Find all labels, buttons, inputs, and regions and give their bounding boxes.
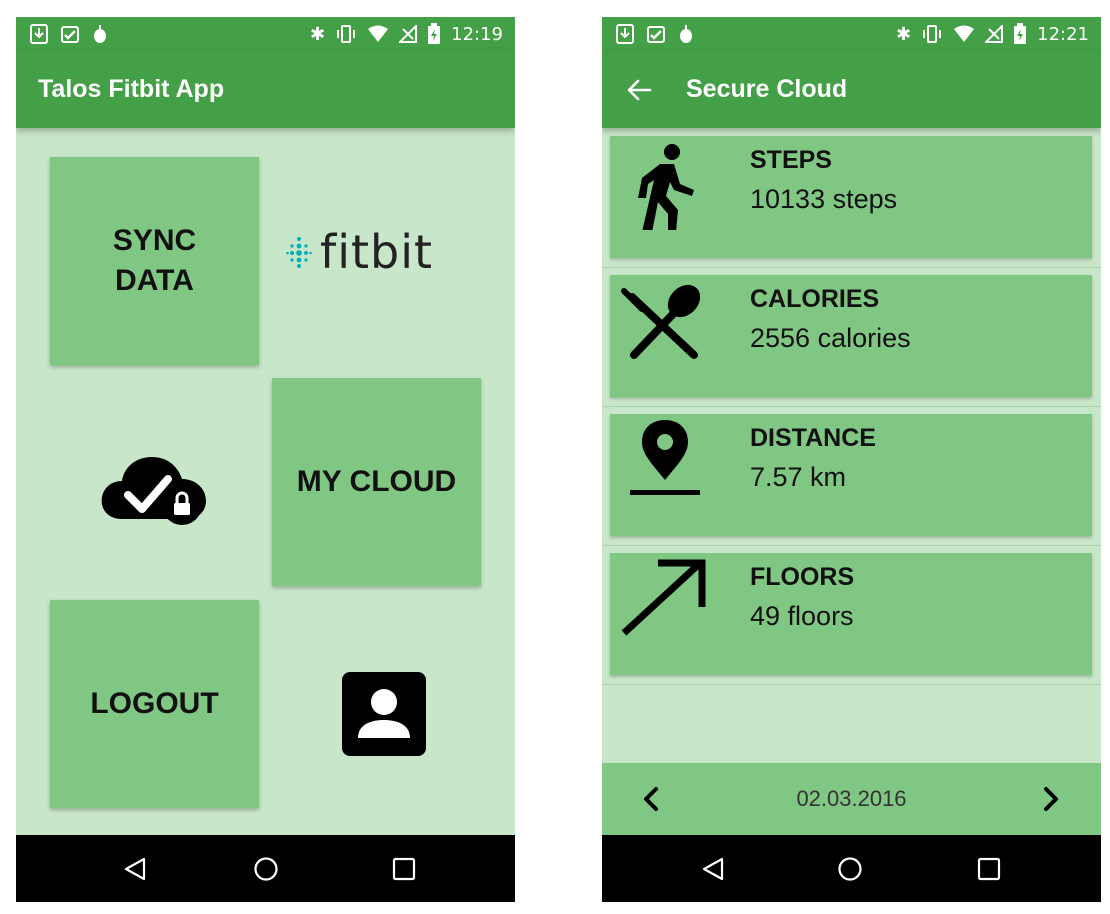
navigation-bar <box>602 835 1101 902</box>
status-time: 12:21 <box>1037 23 1089 45</box>
screen-title: Secure Cloud <box>686 75 848 103</box>
clipboard-check-icon <box>647 26 665 43</box>
status-bar: ✱ 12:19 <box>16 17 515 51</box>
steps-card[interactable]: STEPS 10133 steps <box>610 136 1092 258</box>
bluetooth-icon: ✱ <box>896 23 912 44</box>
calories-card[interactable]: CALORIES 2556 calories <box>610 275 1092 397</box>
battery-charging-icon <box>428 23 441 44</box>
distance-title: DISTANCE <box>750 424 876 452</box>
chevron-right-icon[interactable] <box>1036 785 1064 813</box>
app-bar: Secure Cloud <box>602 51 1101 128</box>
vibrate-icon <box>337 25 356 43</box>
calories-title: CALORIES <box>750 285 880 313</box>
download-notification-icon <box>30 24 48 44</box>
divider <box>602 267 1101 268</box>
fork-spoon-icon <box>621 284 701 359</box>
sync-label-line1: SYNC <box>112 223 197 257</box>
sync-label-line2: DATA <box>115 264 194 297</box>
cloud-check-lock-icon <box>101 457 206 525</box>
sync-data-label: SYNC DATA <box>113 221 196 302</box>
android-debug-icon <box>680 25 692 43</box>
floors-card[interactable]: FLOORS 49 floors <box>610 553 1092 675</box>
location-pin-icon <box>630 420 700 495</box>
floors-title: FLOORS <box>750 563 855 591</box>
current-date: 02.03.2016 <box>796 786 907 811</box>
fitbit-dots-icon <box>286 237 312 268</box>
status-bar: ✱ 12:21 <box>602 17 1101 51</box>
sync-data-button[interactable]: SYNC DATA <box>50 157 259 365</box>
walking-person-icon <box>638 144 694 230</box>
distance-value: 7.57 km <box>750 462 847 492</box>
back-nav-icon[interactable] <box>122 856 148 882</box>
phone-screen-secure-cloud: ✱ 12:21 Secure Cloud STEPS 10133 steps C… <box>602 17 1101 902</box>
arrow-up-right-icon <box>621 559 706 636</box>
logout-label: LOGOUT <box>90 686 219 720</box>
wifi-icon <box>954 25 975 42</box>
divider <box>602 545 1101 546</box>
back-arrow-icon[interactable] <box>626 77 652 103</box>
floors-value: 49 floors <box>750 601 854 631</box>
home-nav-icon[interactable] <box>837 856 863 882</box>
calories-value: 2556 calories <box>750 323 911 353</box>
my-cloud-button[interactable]: MY CLOUD <box>272 378 481 586</box>
divider <box>602 684 1101 685</box>
divider <box>602 406 1101 407</box>
battery-charging-icon <box>1014 23 1027 44</box>
recents-nav-icon[interactable] <box>391 856 417 882</box>
bluetooth-icon: ✱ <box>310 23 326 44</box>
app-title: Talos Fitbit App <box>38 75 225 103</box>
contact-card-icon <box>342 672 426 756</box>
fitbit-logo: fitbit <box>286 225 433 279</box>
clipboard-check-icon <box>61 26 79 43</box>
logout-button[interactable]: LOGOUT <box>50 600 259 808</box>
recents-nav-icon[interactable] <box>976 856 1002 882</box>
back-nav-icon[interactable] <box>700 856 726 882</box>
distance-card[interactable]: DISTANCE 7.57 km <box>610 414 1092 536</box>
date-navigator: 02.03.2016 <box>602 763 1101 835</box>
steps-value: 10133 steps <box>750 184 898 214</box>
no-signal-icon <box>985 25 1004 43</box>
phone-screen-home: ✱ 12:19 Talos Fitbit App SYNC DATA fitbi… <box>16 17 515 902</box>
my-cloud-label: MY CLOUD <box>296 464 457 498</box>
android-debug-icon <box>94 25 106 43</box>
steps-title: STEPS <box>750 146 832 174</box>
navigation-bar <box>16 835 515 902</box>
fitbit-logo-text: fitbit <box>320 225 434 279</box>
home-nav-icon[interactable] <box>253 856 279 882</box>
app-bar: Talos Fitbit App <box>16 51 515 128</box>
download-notification-icon <box>616 24 634 44</box>
status-time: 12:19 <box>451 23 503 45</box>
wifi-icon <box>368 25 389 42</box>
vibrate-icon <box>923 25 942 43</box>
no-signal-icon <box>399 25 418 43</box>
